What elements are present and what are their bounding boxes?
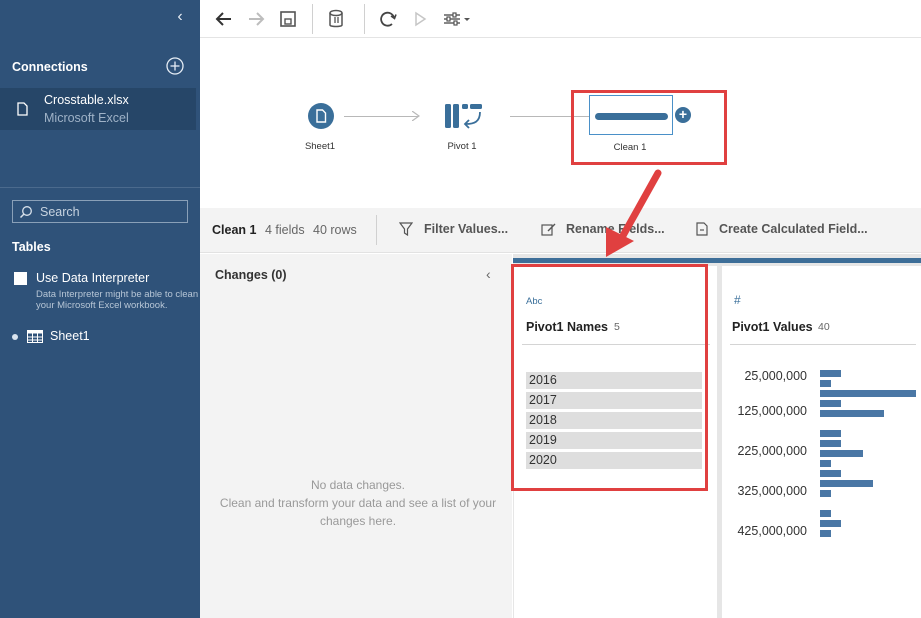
- filter-icon: [399, 222, 413, 236]
- connections-heading: Connections: [12, 60, 88, 74]
- no-changes-title: No data changes.: [310, 478, 406, 492]
- table-icon: [27, 330, 43, 343]
- changes-title: Changes (0): [215, 268, 287, 282]
- filter-values-button[interactable]: Filter Values...: [424, 222, 508, 236]
- rows-count: 40 rows: [313, 223, 357, 237]
- histogram-bar[interactable]: [820, 430, 841, 437]
- refresh-icon[interactable]: [376, 7, 400, 31]
- connection-item[interactable]: Crosstable.xlsx Microsoft Excel: [0, 88, 196, 130]
- histogram-bar[interactable]: [820, 410, 884, 417]
- arrow-head-icon: [412, 111, 420, 121]
- annotation-arrow-icon: [606, 169, 662, 257]
- back-icon[interactable]: [212, 7, 236, 31]
- card-divider: [730, 344, 916, 345]
- pivot-node-label: Pivot 1: [447, 141, 477, 152]
- histogram-bar[interactable]: [820, 480, 873, 487]
- file-icon: [17, 102, 28, 116]
- chevron-left-icon[interactable]: ‹: [174, 8, 186, 26]
- axis-label: 25,000,000: [744, 369, 807, 383]
- histogram-bar[interactable]: [820, 530, 831, 537]
- bullet-icon: [12, 334, 18, 340]
- axis-label: 125,000,000: [737, 404, 807, 418]
- run-icon[interactable]: [408, 7, 432, 31]
- histogram-bar[interactable]: [820, 510, 831, 517]
- calculated-field-icon: [696, 222, 708, 236]
- changes-panel: Changes (0) ‹ No data changes. Clean and…: [200, 254, 512, 618]
- sidebar-divider: [0, 187, 200, 188]
- sheet1-node-label: Sheet1: [304, 141, 336, 152]
- search-input[interactable]: Search: [12, 200, 188, 223]
- toolbar-separator: [312, 4, 313, 34]
- data-interpreter-description: Data Interpreter might be able to clean …: [36, 289, 199, 311]
- chevron-left-icon[interactable]: ‹: [486, 266, 491, 282]
- histogram-bar[interactable]: [820, 490, 831, 497]
- axis-label: 425,000,000: [737, 524, 807, 538]
- search-placeholder: Search: [40, 205, 80, 219]
- histogram-bar[interactable]: [820, 380, 831, 387]
- profile-pane: Abc Pivot1 Names 5 2016 2017 2018 2019 2…: [511, 254, 921, 618]
- connection-name: Crosstable.xlsx: [44, 93, 129, 107]
- step-header: Clean 1 4 fields 40 rows Filter Values..…: [200, 208, 921, 253]
- rename-icon: [541, 223, 556, 236]
- sidebar: ‹ Connections Crosstable.xlsx Microsoft …: [0, 0, 200, 618]
- flow-canvas: Sheet1 Pivot 1 + Clean 1: [200, 38, 921, 208]
- fields-count: 4 fields: [265, 223, 305, 237]
- create-calculated-field-button[interactable]: Create Calculated Field...: [719, 222, 868, 236]
- settings-icon[interactable]: [440, 7, 472, 31]
- search-icon: [19, 206, 32, 219]
- profile-accent-strip: [513, 258, 921, 263]
- histogram-bar[interactable]: [820, 460, 831, 467]
- annotation-box: [571, 90, 727, 165]
- flow-connector: [344, 116, 418, 117]
- add-connection-icon[interactable]: [166, 57, 184, 75]
- axis-label: 225,000,000: [737, 444, 807, 458]
- step-name: Clean 1: [212, 223, 257, 237]
- number-type-icon: #: [734, 293, 741, 307]
- toolbar-separator: [364, 4, 365, 34]
- axis-label: 325,000,000: [737, 484, 807, 498]
- no-changes-body: Clean and transform your data and see a …: [219, 496, 497, 528]
- histogram-bar[interactable]: [820, 440, 841, 447]
- histogram-bar[interactable]: [820, 470, 841, 477]
- save-icon[interactable]: [276, 7, 300, 31]
- tables-heading: Tables: [12, 240, 51, 254]
- data-interpreter-label: Use Data Interpreter: [36, 271, 150, 285]
- field-title: Pivot1 Values: [732, 320, 813, 334]
- annotation-box: [511, 264, 708, 491]
- field-count: 40: [818, 321, 830, 333]
- no-changes-message: No data changes. Clean and transform you…: [200, 476, 516, 530]
- forward-icon[interactable]: [244, 7, 268, 31]
- connection-type: Microsoft Excel: [44, 111, 129, 125]
- histogram-bar[interactable]: [820, 400, 841, 407]
- pivot-node-icon[interactable]: [444, 102, 484, 130]
- sidebar-item-label: Sheet1: [50, 329, 90, 343]
- histogram-bar[interactable]: [820, 520, 841, 527]
- toolbar: [200, 0, 921, 38]
- data-interpreter-checkbox[interactable]: [14, 272, 27, 285]
- histogram-bar[interactable]: [820, 450, 863, 457]
- histogram-bar[interactable]: [820, 370, 841, 377]
- profile-card-values[interactable]: # Pivot1 Values 40 25,000,000 125,000,00…: [722, 266, 921, 618]
- data-icon[interactable]: [324, 7, 348, 31]
- sheet1-node-icon[interactable]: [308, 103, 334, 129]
- histogram-bar[interactable]: [820, 390, 916, 397]
- header-separator: [376, 215, 377, 245]
